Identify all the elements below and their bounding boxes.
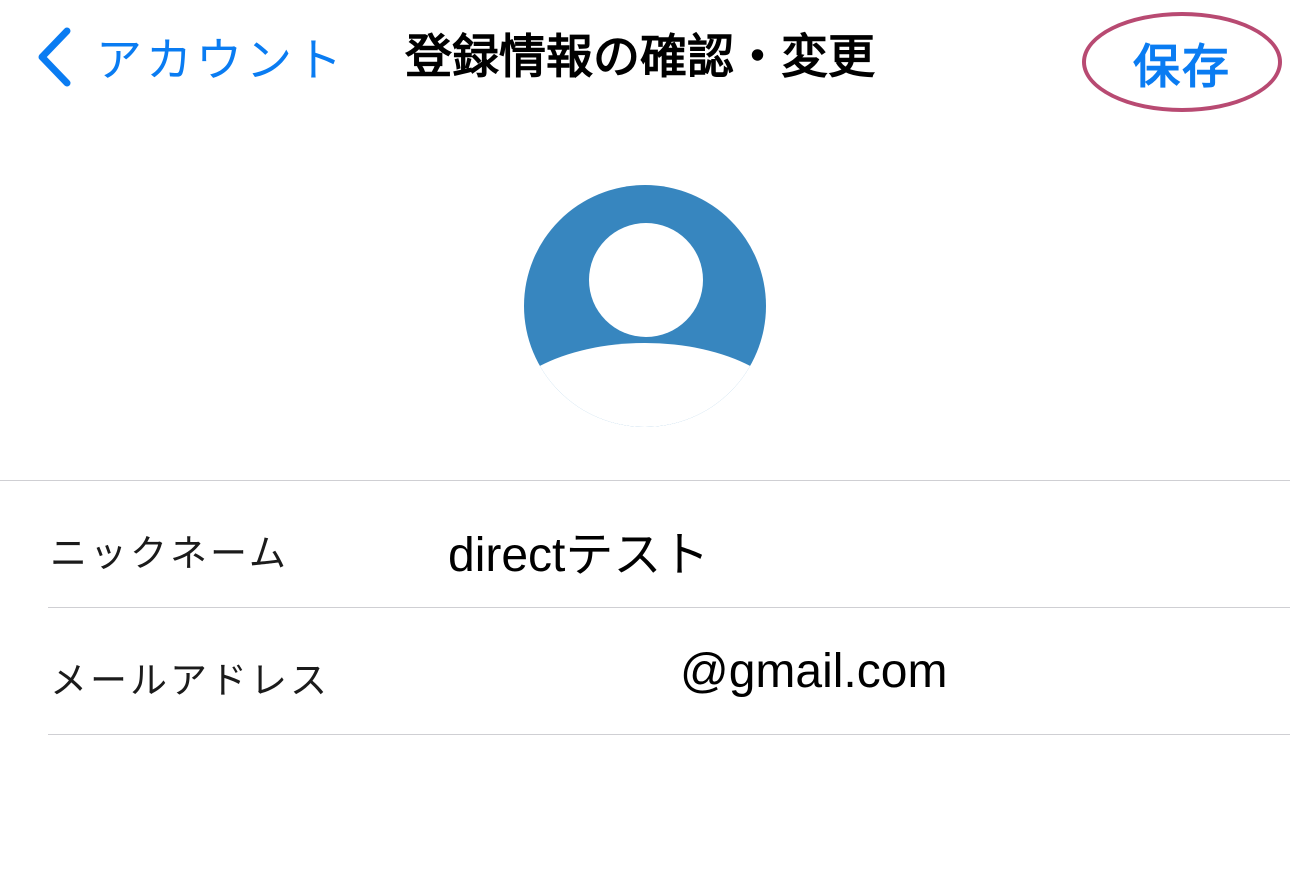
email-row[interactable]: メールアドレス @gmail.com bbox=[0, 608, 1290, 734]
row-divider-2 bbox=[48, 734, 1290, 735]
person-icon bbox=[589, 223, 703, 337]
navigation-bar: アカウント 登録情報の確認・変更 保存 bbox=[0, 0, 1290, 116]
chevron-left-icon bbox=[38, 27, 71, 87]
avatar[interactable] bbox=[524, 185, 766, 427]
back-button[interactable]: アカウント bbox=[34, 22, 346, 92]
nickname-value[interactable]: directテスト bbox=[448, 515, 709, 585]
page-title: 登録情報の確認・変更 bbox=[405, 30, 875, 85]
nickname-row[interactable]: ニックネーム directテスト bbox=[0, 481, 1290, 607]
email-value[interactable]: @gmail.com bbox=[680, 644, 947, 699]
save-button[interactable]: 保存 bbox=[1082, 12, 1282, 112]
back-button-label: アカウント bbox=[96, 33, 346, 87]
save-button-label: 保存 bbox=[1133, 39, 1231, 95]
email-label: メールアドレス bbox=[50, 659, 330, 702]
nickname-label: ニックネーム bbox=[50, 532, 289, 575]
